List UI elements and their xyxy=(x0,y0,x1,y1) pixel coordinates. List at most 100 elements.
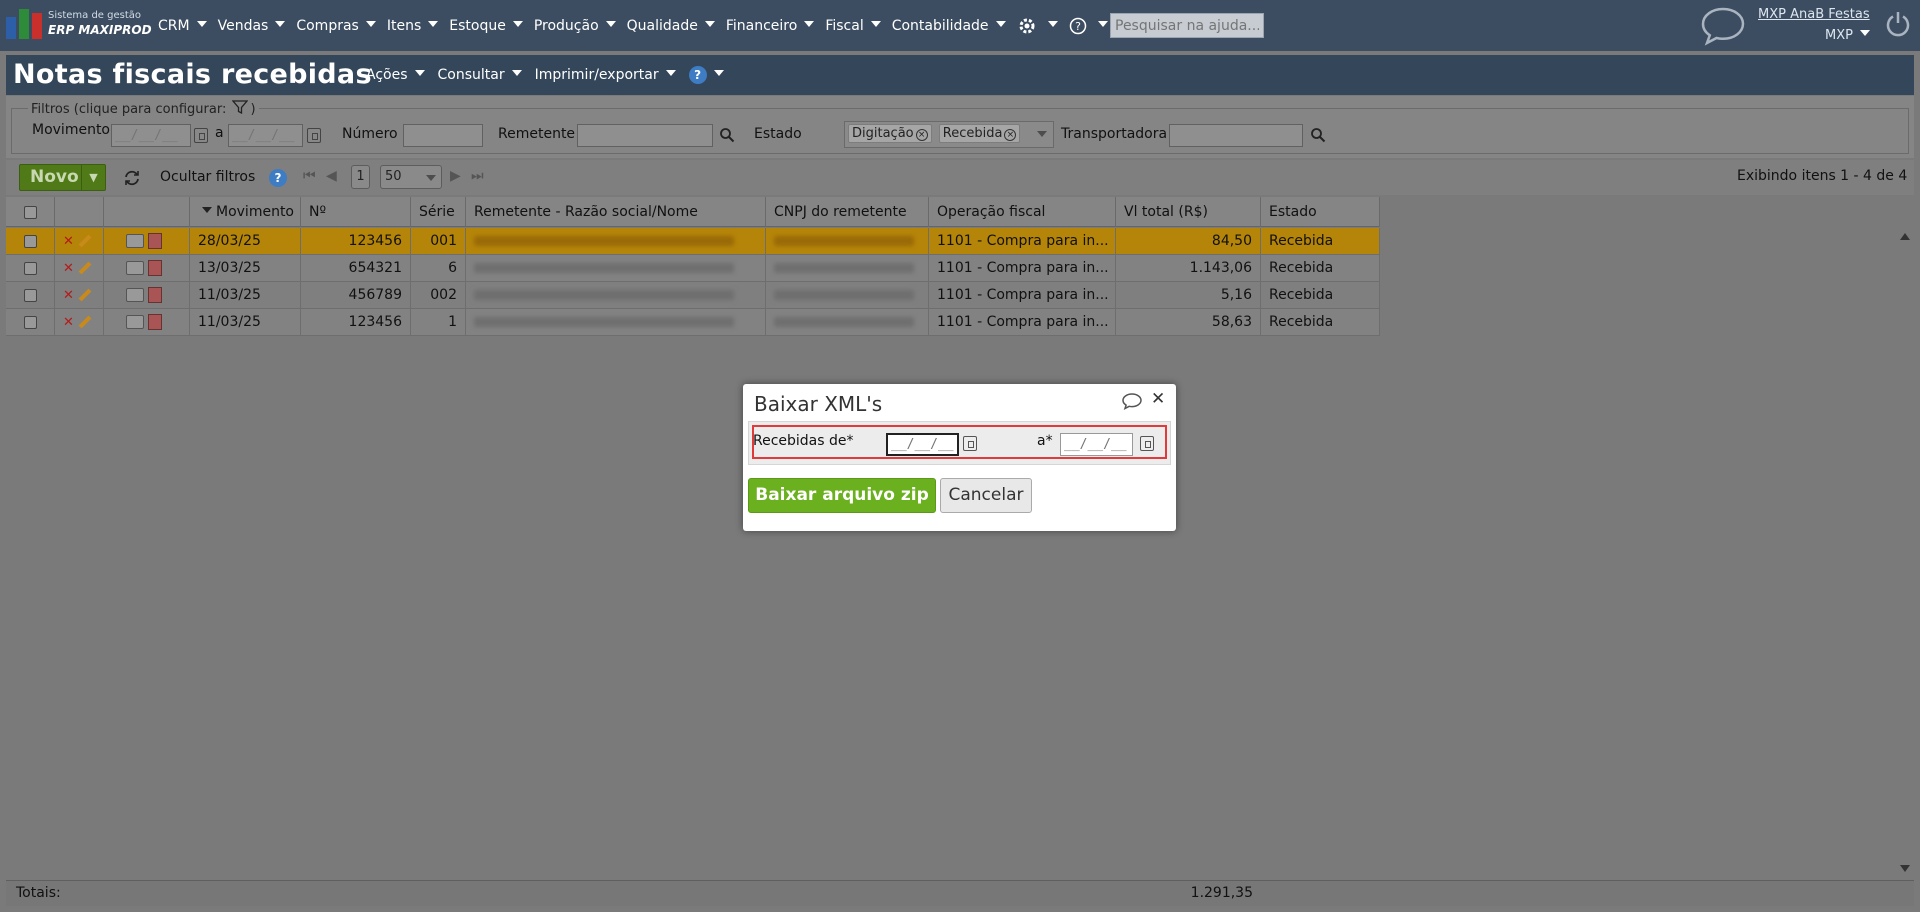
filter-icon[interactable] xyxy=(232,100,249,115)
filters-legend[interactable]: Filtros (clique para configurar: ) xyxy=(28,100,259,117)
search-icon[interactable] xyxy=(719,127,735,143)
col-header-cnpj[interactable]: CNPJ do remetente xyxy=(766,197,929,227)
power-icon[interactable] xyxy=(1884,10,1912,38)
table-row[interactable]: ✕ 13/03/25 654321 6 1101 - Compra para in..… xyxy=(6,255,1380,282)
printer-icon[interactable] xyxy=(126,234,144,248)
printer-icon[interactable] xyxy=(126,261,144,275)
row-checkbox-cell[interactable] xyxy=(6,282,55,309)
printer-icon[interactable] xyxy=(126,288,144,302)
chat-bubble-icon[interactable] xyxy=(1700,6,1746,46)
delete-icon[interactable]: ✕ xyxy=(63,315,74,330)
ocultar-filtros-button[interactable]: Ocultar filtros xyxy=(160,169,255,185)
numero-input[interactable] xyxy=(403,124,483,147)
table-row[interactable]: ✕ 28/03/25 123456 001 1101 - Compra para in… xyxy=(6,228,1380,255)
delete-icon[interactable]: ✕ xyxy=(63,261,74,276)
menu-contabilidade[interactable]: Contabilidade xyxy=(892,18,1006,34)
row-checkbox[interactable] xyxy=(23,234,37,248)
row-checkbox[interactable] xyxy=(23,315,37,329)
last-page-icon[interactable]: ⏭ xyxy=(471,168,484,184)
edit-icon[interactable] xyxy=(78,288,92,302)
help-search-input[interactable] xyxy=(1110,13,1264,38)
search-icon[interactable] xyxy=(1310,127,1326,143)
menu-vendas[interactable]: Vendas xyxy=(218,18,286,34)
menu-qualidade[interactable]: Qualidade xyxy=(627,18,715,34)
calendar-icon[interactable] xyxy=(194,128,208,143)
page-number-input[interactable]: 1 xyxy=(351,165,370,189)
chevron-down-icon[interactable] xyxy=(1037,131,1047,137)
help-icon[interactable]: ? xyxy=(269,169,287,187)
maxiprod-logo[interactable] xyxy=(6,9,44,39)
menu-acoes[interactable]: Ações xyxy=(366,67,425,83)
row-checkbox-cell[interactable] xyxy=(6,228,55,255)
select-all-checkbox[interactable] xyxy=(23,205,37,219)
menu-imprimir-exportar[interactable]: Imprimir/exportar xyxy=(535,67,676,83)
close-icon[interactable]: ✕ xyxy=(1151,389,1165,409)
remove-chip-icon[interactable]: × xyxy=(1004,129,1017,141)
table-row[interactable]: ✕ 11/03/25 123456 1 1101 - Compra para in..… xyxy=(6,309,1380,336)
novo-dropdown-toggle[interactable]: ▼ xyxy=(81,165,105,190)
row-checkbox-cell[interactable] xyxy=(6,255,55,282)
cancel-button[interactable]: Cancelar xyxy=(940,478,1032,513)
edit-icon[interactable] xyxy=(78,315,92,329)
vertical-scrollbar[interactable] xyxy=(1896,230,1914,880)
menu-compras[interactable]: Compras xyxy=(296,18,376,34)
novo-button[interactable]: Novo ▼ xyxy=(19,164,106,191)
menu-itens[interactable]: Itens xyxy=(387,18,439,34)
next-page-icon[interactable]: ▶ xyxy=(450,168,461,184)
col-header-remetente[interactable]: Remetente - Razão social/Nome xyxy=(466,197,766,227)
row-checkbox[interactable] xyxy=(23,288,37,302)
page-size-select[interactable]: 50 xyxy=(380,165,442,189)
menu-fiscal[interactable]: Fiscal xyxy=(825,18,881,34)
calendar-icon[interactable] xyxy=(1140,436,1154,451)
menu-estoque[interactable]: Estoque xyxy=(449,18,523,34)
menu-settings[interactable] xyxy=(1017,16,1058,36)
menu-help[interactable]: ? xyxy=(1069,17,1108,35)
menu-producao[interactable]: Produção xyxy=(534,18,616,34)
page-title-bar: Notas fiscais recebidas Ações Consultar … xyxy=(6,55,1914,95)
delete-icon[interactable]: ✕ xyxy=(63,288,74,303)
sort-desc-icon xyxy=(202,207,212,213)
remetente-input[interactable] xyxy=(577,124,713,147)
pdf-print-icon[interactable] xyxy=(148,233,163,249)
comment-icon[interactable] xyxy=(1121,392,1143,410)
col-header-numero[interactable]: Nº xyxy=(301,197,411,227)
col-header-movimento[interactable]: Movimento xyxy=(190,197,301,227)
recebidas-de-input[interactable] xyxy=(886,433,959,456)
printer-icon[interactable] xyxy=(126,315,144,329)
transportadora-input[interactable] xyxy=(1169,124,1303,147)
delete-icon[interactable]: ✕ xyxy=(63,234,74,249)
refresh-icon[interactable] xyxy=(123,169,141,187)
pdf-print-icon[interactable] xyxy=(148,314,163,330)
row-checkbox-cell[interactable] xyxy=(6,309,55,336)
select-all-checkbox-cell[interactable] xyxy=(6,197,55,227)
edit-icon[interactable] xyxy=(78,234,92,248)
org-selector[interactable]: MXP xyxy=(1825,28,1870,43)
movimento-from-input[interactable] xyxy=(111,124,191,147)
first-page-icon[interactable]: ⏮ xyxy=(303,168,316,184)
page-help-menu[interactable]: ? xyxy=(688,66,724,84)
col-header-estado[interactable]: Estado xyxy=(1261,197,1380,227)
calendar-icon[interactable] xyxy=(963,436,977,451)
menu-financeiro[interactable]: Financeiro xyxy=(726,18,815,34)
movimento-to-input[interactable] xyxy=(228,124,303,147)
estado-multiselect[interactable]: Digitação × Recebida × xyxy=(844,121,1054,148)
menu-crm[interactable]: CRM xyxy=(158,18,207,34)
estado-chip-digitacao: Digitação × xyxy=(848,124,932,143)
recebidas-ate-input[interactable] xyxy=(1060,433,1133,456)
edit-icon[interactable] xyxy=(78,261,92,275)
row-checkbox[interactable] xyxy=(23,261,37,275)
row-print-cell xyxy=(104,228,190,255)
menu-consultar[interactable]: Consultar xyxy=(438,67,522,83)
pdf-print-icon[interactable] xyxy=(148,260,163,276)
calendar-icon[interactable] xyxy=(307,128,321,143)
download-zip-button[interactable]: Baixar arquivo zip xyxy=(748,478,936,513)
col-header-operacao[interactable]: Operação fiscal xyxy=(929,197,1116,227)
prev-page-icon[interactable]: ◀ xyxy=(326,168,337,184)
col-header-serie[interactable]: Série xyxy=(411,197,466,227)
table-row[interactable]: ✕ 11/03/25 456789 002 1101 - Compra para in… xyxy=(6,282,1380,309)
user-name-link[interactable]: MXP AnaB Festas xyxy=(1758,7,1870,22)
chip-label: Digitação xyxy=(852,126,914,141)
pdf-print-icon[interactable] xyxy=(148,287,163,303)
remove-chip-icon[interactable]: × xyxy=(915,129,928,141)
col-header-total[interactable]: Vl total (R$) xyxy=(1116,197,1261,227)
